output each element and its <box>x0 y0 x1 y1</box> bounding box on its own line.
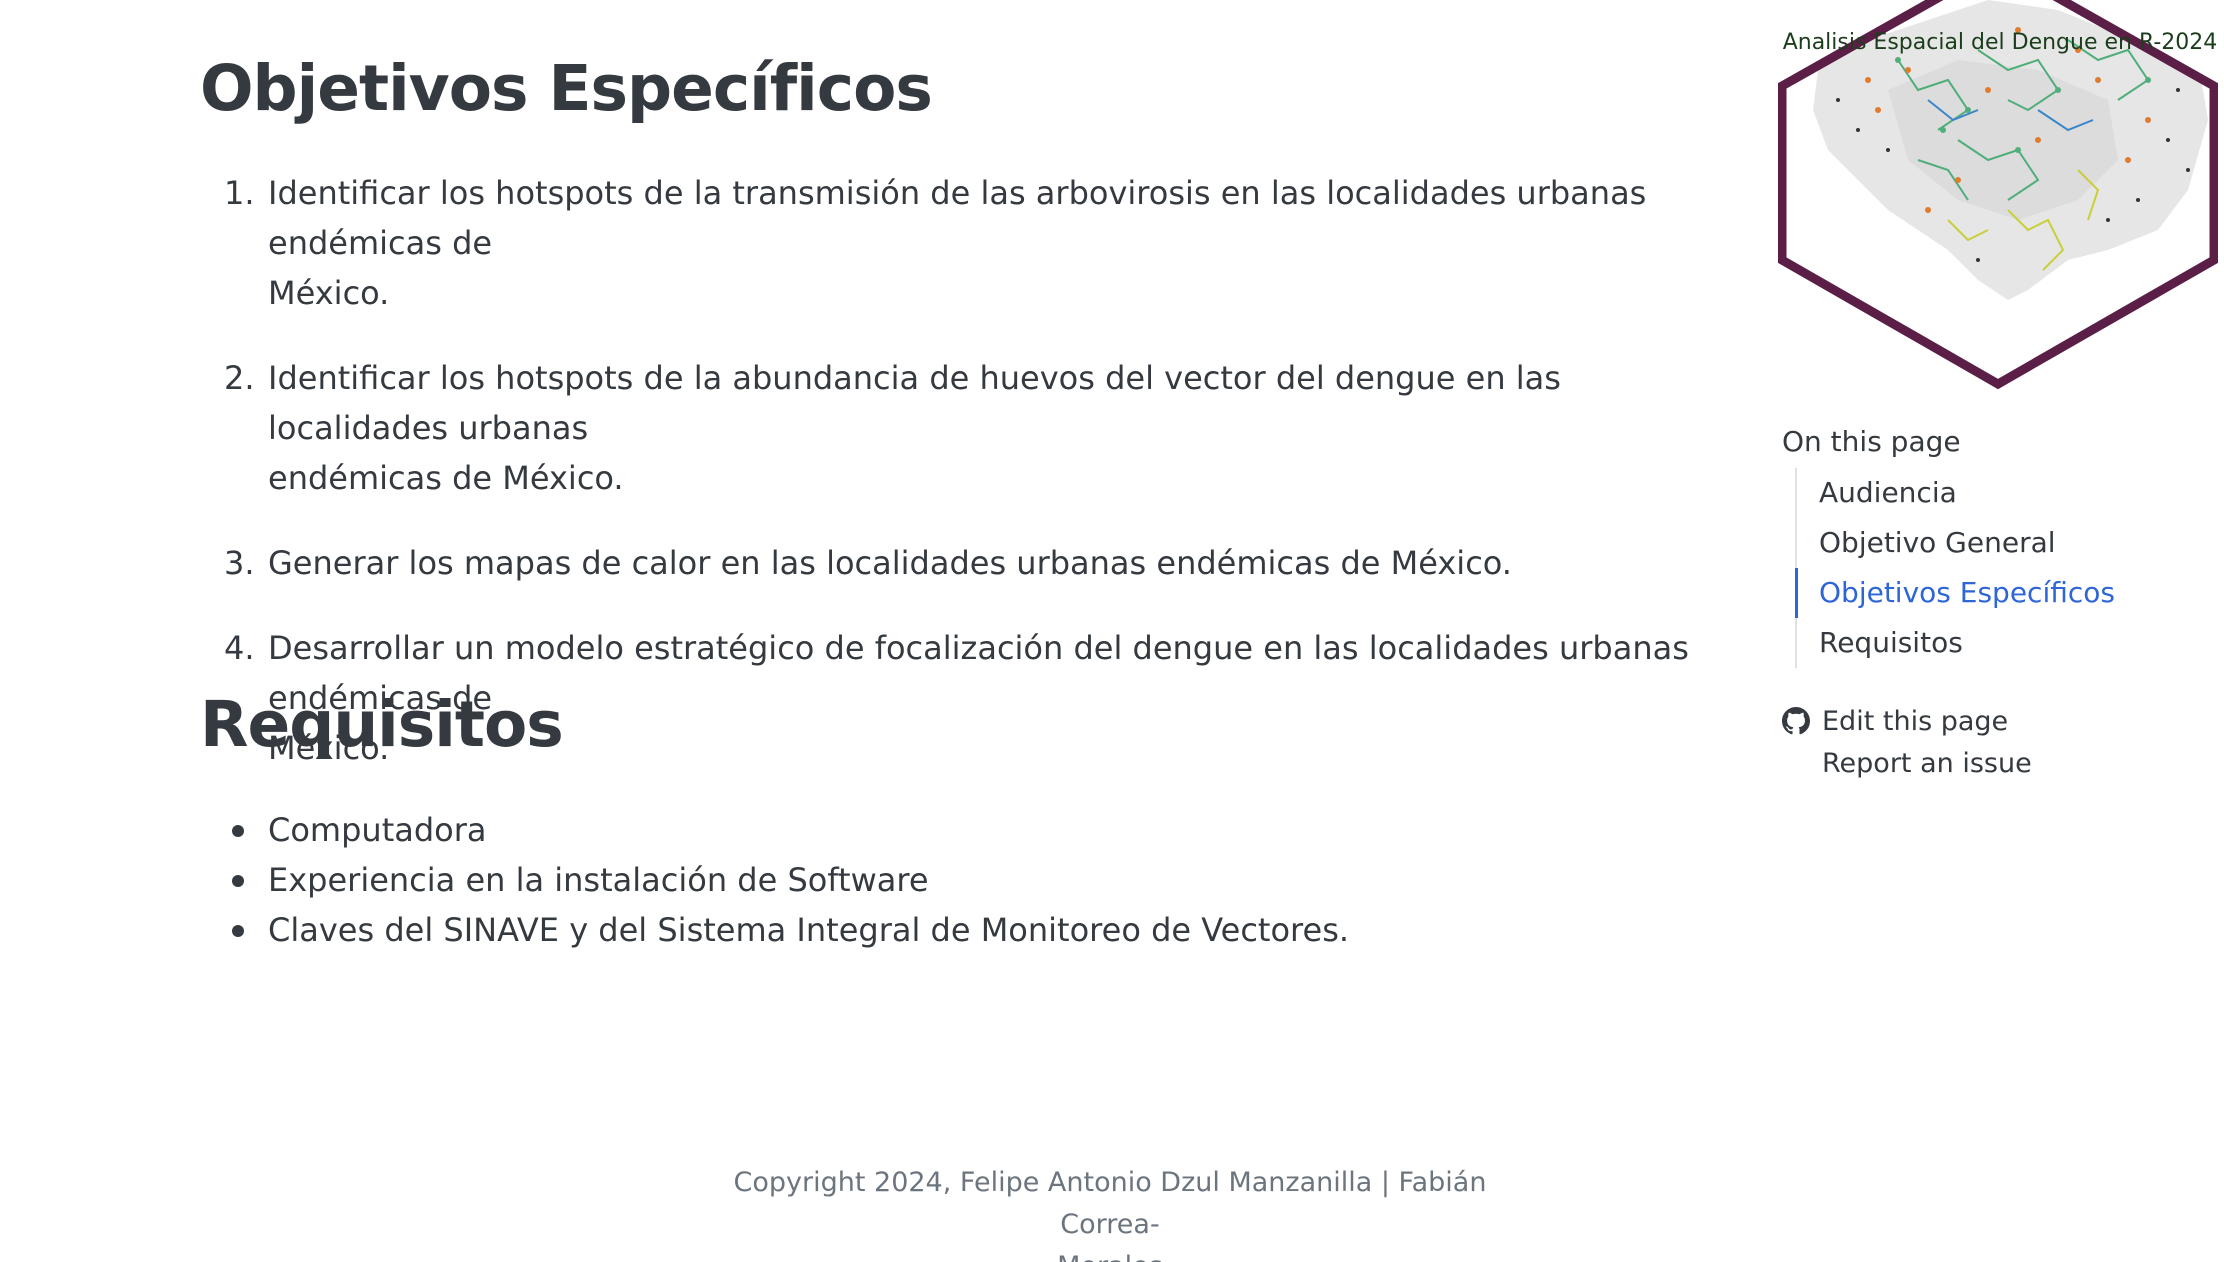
list-text: Claves del SINAVE y del Sistema Integral… <box>268 911 1350 949</box>
report-issue-link[interactable]: Report an issue <box>1782 742 2032 784</box>
list-text: Generar los mapas de calor en las locali… <box>268 544 1512 582</box>
list-item: 2. Identificar los hotspots de la abunda… <box>200 353 1740 503</box>
list-number: 3. <box>224 544 255 582</box>
page: Objetivos Específicos 1. Identificar los… <box>0 0 2224 1262</box>
toc-item-objetivos-especificos[interactable]: Objetivos Específicos <box>1795 568 2115 618</box>
bullet-icon <box>232 875 244 887</box>
list-text-cont: México. <box>268 274 390 312</box>
list-text: Identificar los hotspots de la transmisi… <box>268 174 1647 262</box>
list-number: 1. <box>224 174 255 212</box>
list-text: Computadora <box>268 811 487 849</box>
footer-copyright-cont: Morales <box>700 1246 1520 1262</box>
footer: Copyright 2024, Felipe Antonio Dzul Manz… <box>700 1162 1520 1262</box>
requisitos-list: Computadora Experiencia en la instalació… <box>200 805 1740 955</box>
github-icon <box>1782 707 1810 735</box>
objetivos-heading: Objetivos Específicos <box>200 52 933 125</box>
bullet-icon <box>232 825 244 837</box>
edit-page-link[interactable]: Edit this page <box>1782 700 2032 742</box>
list-item: Experiencia en la instalación de Softwar… <box>200 855 1740 905</box>
list-number: 4. <box>224 629 255 667</box>
toc-item-objetivo-general[interactable]: Objetivo General <box>1797 518 2115 568</box>
footer-copyright: Copyright 2024, Felipe Antonio Dzul Manz… <box>733 1167 1487 1240</box>
list-item: 3. Generar los mapas de calor en las loc… <box>200 538 1740 588</box>
list-text-cont: endémicas de México. <box>268 459 624 497</box>
list-item: Computadora <box>200 805 1740 855</box>
report-issue-label: Report an issue <box>1822 747 2032 779</box>
list-text: Identificar los hotspots de la abundanci… <box>268 359 1561 447</box>
requisitos-heading: Requisitos <box>200 688 564 761</box>
toc-list: Audiencia Objetivo General Objetivos Esp… <box>1795 468 2115 668</box>
toc-item-requisitos[interactable]: Requisitos <box>1797 618 2115 668</box>
page-actions: Edit this page Report an issue <box>1782 700 2032 784</box>
site-logo[interactable] <box>1778 0 2218 392</box>
list-number: 2. <box>224 359 255 397</box>
list-item: Claves del SINAVE y del Sistema Integral… <box>200 905 1740 955</box>
toc-heading: On this page <box>1782 425 1961 458</box>
toc-item-audiencia[interactable]: Audiencia <box>1797 468 2115 518</box>
list-item: 1. Identificar los hotspots de la transm… <box>200 168 1740 318</box>
logo-title: Analisis Espacial del Dengue en R-2024 <box>1782 30 2218 55</box>
list-text: Experiencia en la instalación de Softwar… <box>268 861 929 899</box>
bullet-icon <box>232 925 244 937</box>
edit-page-label: Edit this page <box>1822 705 2009 737</box>
